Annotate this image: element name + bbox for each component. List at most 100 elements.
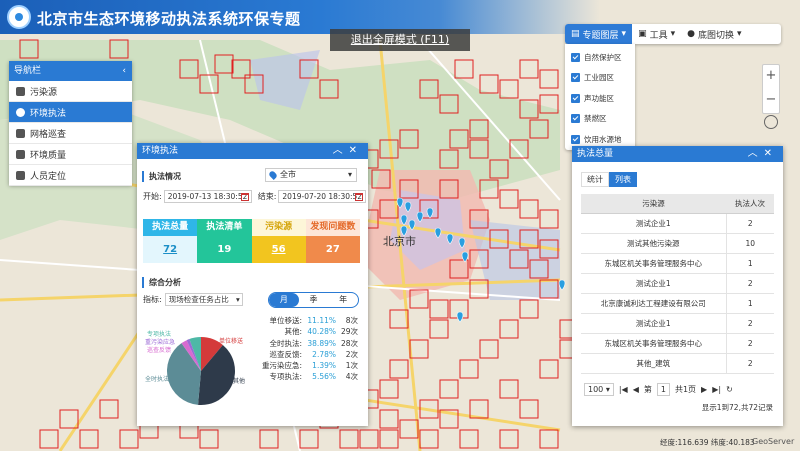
basemap-label: 底图切换 (697, 30, 734, 41)
end-date-value: 2019-07-20 18:30:52 (282, 192, 363, 201)
layers-label: 专题图层 (582, 30, 619, 41)
globe-icon[interactable] (764, 115, 778, 129)
zoom-out-button[interactable]: − (763, 89, 779, 113)
collapse-icon[interactable]: ︿ (748, 148, 764, 159)
stat-count: 29次 (340, 327, 358, 337)
nav-item-staff-location[interactable]: 人员定位 (9, 165, 132, 186)
stat-row: 全时执法: 38.89% 28次 (260, 338, 360, 349)
table-row[interactable]: 东城区机关事务管理服务中心 1 (581, 253, 774, 274)
table-row[interactable]: 测试其他污染源 10 (581, 233, 774, 254)
table-row[interactable]: 东城区机关事务管理服务中心 2 (581, 333, 774, 354)
tab-list[interactable]: 列表 (609, 172, 637, 187)
layer-list: 自然保护区 工业园区 声功能区 禁燃区 饮用水源地 (565, 44, 635, 150)
next-page-icon[interactable]: ▶ (701, 385, 707, 394)
checkbox-checked-icon[interactable] (571, 114, 580, 124)
layer-item[interactable]: 禁燃区 (571, 109, 635, 130)
cell-source: 测试企业1 (581, 273, 726, 294)
kpi-issues[interactable]: 发现问题数 27 (305, 219, 360, 263)
column-header[interactable]: 执法人次 (726, 194, 774, 214)
checkbox-checked-icon[interactable] (571, 134, 580, 144)
end-label: 结束: (257, 192, 277, 201)
stat-name: 巡查反馈: (269, 349, 302, 359)
cell-count: 2 (725, 273, 774, 294)
nav-item-pollution-source[interactable]: 污染源 (9, 81, 132, 102)
shield-icon (16, 107, 25, 117)
nav-item-enforcement[interactable]: 环境执法 (9, 102, 132, 123)
table-row[interactable]: 其他_建筑 2 (581, 353, 774, 374)
table-row[interactable]: 测试企业1 2 (581, 273, 774, 294)
metric-label: 指标: (143, 295, 162, 304)
area-select[interactable]: 全市 ▾ (265, 168, 357, 182)
period-year[interactable]: 年 (328, 293, 358, 307)
last-page-icon[interactable]: ▶| (712, 385, 721, 394)
checkbox-checked-icon[interactable] (571, 93, 580, 103)
stat-percent: 38.89% (307, 338, 336, 348)
period-month[interactable]: 月 (269, 293, 299, 307)
nav-item-label: 污染源 (30, 87, 58, 98)
kpi-value: 27 (305, 236, 360, 263)
table-row[interactable]: 测试企业1 2 (581, 313, 774, 334)
tab-statistics[interactable]: 统计 (581, 172, 609, 187)
start-label: 开始: (143, 192, 162, 201)
user-icon (16, 128, 25, 138)
kpi-label: 发现问题数 (305, 219, 360, 236)
tools-menu-button[interactable]: ▣ 工具 ▾ (632, 24, 681, 44)
kpi-pollution[interactable]: 污染源 56 (251, 219, 306, 263)
checkbox-checked-icon[interactable] (571, 73, 580, 83)
stat-percent: 11.11% (307, 316, 336, 325)
pie-label-patrol: 巡查反馈 (147, 346, 171, 354)
exit-fullscreen-button[interactable]: 退出全屏模式 (F11) (330, 29, 470, 51)
map-pin-icon: ● (687, 29, 695, 39)
first-page-icon[interactable]: |◀ (619, 385, 628, 394)
layers-menu-button[interactable]: ▤ 专题图层 ▾ (565, 24, 633, 44)
layer-item[interactable]: 自然保护区 (571, 47, 635, 68)
end-date-input[interactable]: 2019-07-20 18:30:52 (278, 190, 367, 203)
stat-row: 专项执法: 5.56% 4次 (260, 371, 360, 382)
nav-item-environment-quality[interactable]: 环境质量 (9, 144, 132, 165)
stat-percent: 40.28% (307, 327, 336, 337)
location-icon (16, 170, 25, 180)
nav-item-grid-patrol[interactable]: 网格巡查 (9, 123, 132, 144)
cell-source: 测试其他污染源 (581, 233, 726, 254)
totals-panel-header: 执法总量 ︿✕ (572, 146, 783, 162)
chevron-left-icon[interactable]: ‹ (122, 61, 126, 81)
collapse-icon[interactable]: ︿ (333, 145, 349, 156)
layer-item[interactable]: 工业园区 (571, 68, 635, 89)
table-row[interactable]: 北京康诚利达工程建设有限公司 1 (581, 293, 774, 314)
page-size-select[interactable]: 100 ▾ (584, 383, 614, 396)
toolbox-icon: ▣ (638, 29, 647, 39)
prev-page-icon[interactable]: ◀ (633, 385, 639, 394)
zoom-in-button[interactable]: + (763, 65, 779, 89)
page-of-label: 共1页 (674, 385, 697, 394)
page-size-value: 100 (588, 385, 604, 394)
pie-chart: 专项执法 重污染应急 巡查反馈 全时执法 单位移送 其他 (145, 330, 245, 405)
stat-percent: 5.56% (312, 372, 336, 382)
tools-label: 工具 (649, 30, 668, 41)
calendar-icon (355, 193, 364, 201)
stat-row: 单位移送: 11.11% 8次 (260, 315, 360, 326)
start-date-input[interactable]: 2019-07-13 18:30:52 (163, 190, 252, 203)
kpi-total[interactable]: 执法总量 72 (143, 219, 198, 263)
map-label-beijing: 北京市 (383, 234, 416, 248)
enforcement-panel: 环境执法 ︿✕ 执法情况 全市 ▾ 开始: 2019-07-13 18:30:52 … (137, 143, 368, 426)
page-label: 第 (643, 385, 652, 394)
basemap-menu-button[interactable]: ● 底图切换 ▾ (681, 24, 747, 44)
stat-count: 4次 (345, 372, 358, 382)
column-header[interactable]: 污染源 (581, 194, 726, 214)
page-input[interactable]: 1 (656, 383, 670, 396)
metric-select[interactable]: 现场检查任务占比 ▾ (164, 293, 243, 306)
kpi-value: 19 (197, 236, 252, 263)
checkbox-checked-icon[interactable] (571, 52, 580, 62)
metric-value: 现场检查任务占比 (168, 295, 229, 304)
close-icon[interactable]: ✕ (349, 145, 363, 156)
stats-list: 单位移送: 11.11% 8次 其他: 40.28% 29次 全时执法: 38.89% 28… (260, 315, 360, 383)
stat-name: 单位移送: (269, 316, 302, 325)
stat-row: 巡查反馈: 2.78% 2次 (260, 349, 360, 360)
close-icon[interactable]: ✕ (764, 148, 778, 159)
refresh-icon[interactable]: ↻ (726, 385, 733, 394)
table-row[interactable]: 测试企业1 2 (581, 213, 774, 234)
layer-item[interactable]: 声功能区 (571, 88, 635, 109)
period-quarter[interactable]: 季 (299, 293, 329, 307)
kpi-list[interactable]: 执法清单 19 (197, 219, 252, 263)
panel-title: 环境执法 (142, 146, 179, 156)
